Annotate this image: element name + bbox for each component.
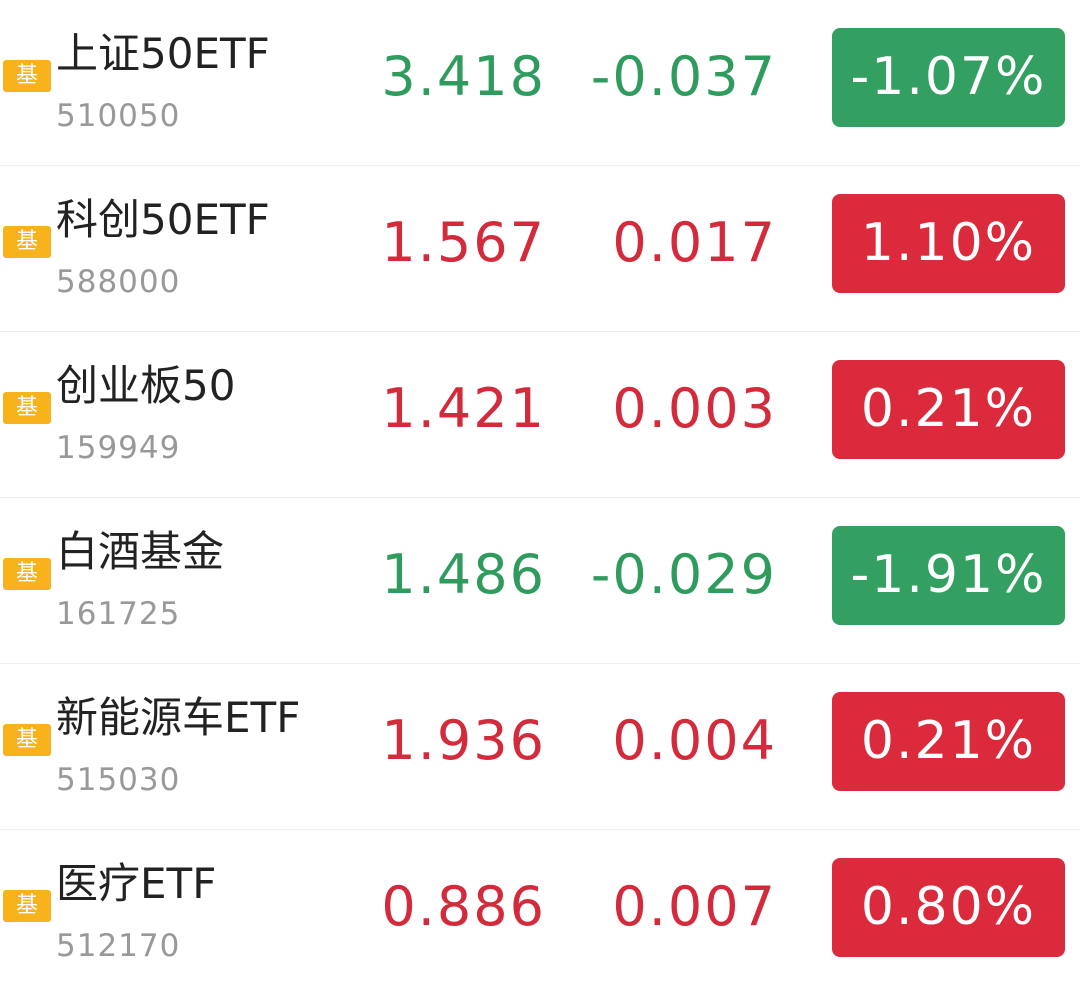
fund-row-588000[interactable]: 基 科创50ETF 588000 1.567 0.017 1.10% bbox=[0, 166, 1080, 332]
fund-watchlist: 基 上证50ETF 510050 3.418 -0.037 -1.07% 基 科… bbox=[0, 0, 1080, 986]
fund-badge: 基 bbox=[3, 60, 51, 92]
fund-badge: 基 bbox=[3, 226, 51, 258]
fund-pct-change-button[interactable]: 0.21% bbox=[832, 692, 1065, 791]
fund-name: 科创50ETF bbox=[56, 195, 270, 244]
fund-code: 510050 bbox=[56, 98, 181, 134]
fund-name: 上证50ETF bbox=[56, 29, 270, 78]
fund-name: 创业板50 bbox=[56, 361, 236, 410]
fund-price: 1.486 bbox=[381, 543, 546, 606]
fund-badge: 基 bbox=[3, 558, 51, 590]
fund-code: 159949 bbox=[56, 430, 181, 466]
fund-pct-change-button[interactable]: 1.10% bbox=[832, 194, 1065, 293]
fund-change: 0.003 bbox=[612, 377, 777, 440]
fund-price: 1.936 bbox=[381, 709, 546, 772]
fund-price: 0.886 bbox=[381, 875, 546, 938]
fund-row-515030[interactable]: 基 新能源车ETF 515030 1.936 0.004 0.21% bbox=[0, 664, 1080, 830]
fund-change: 0.007 bbox=[612, 875, 777, 938]
fund-code: 588000 bbox=[56, 264, 181, 300]
fund-change: -0.029 bbox=[590, 543, 777, 606]
fund-row-159949[interactable]: 基 创业板50 159949 1.421 0.003 0.21% bbox=[0, 332, 1080, 498]
fund-price: 1.567 bbox=[381, 211, 546, 274]
fund-pct-change-button[interactable]: -1.91% bbox=[832, 526, 1065, 625]
fund-name: 白酒基金 bbox=[56, 527, 225, 576]
fund-change: -0.037 bbox=[590, 45, 777, 108]
fund-badge: 基 bbox=[3, 890, 51, 922]
fund-row-510050[interactable]: 基 上证50ETF 510050 3.418 -0.037 -1.07% bbox=[0, 0, 1080, 166]
fund-badge: 基 bbox=[3, 392, 51, 424]
fund-pct-change-button[interactable]: -1.07% bbox=[832, 28, 1065, 127]
fund-row-512170[interactable]: 基 医疗ETF 512170 0.886 0.007 0.80% bbox=[0, 830, 1080, 996]
fund-change: 0.017 bbox=[612, 211, 777, 274]
fund-row-161725[interactable]: 基 白酒基金 161725 1.486 -0.029 -1.91% bbox=[0, 498, 1080, 664]
fund-price: 3.418 bbox=[381, 45, 546, 108]
fund-code: 515030 bbox=[56, 762, 181, 798]
fund-change: 0.004 bbox=[612, 709, 777, 772]
fund-pct-change-button[interactable]: 0.21% bbox=[832, 360, 1065, 459]
fund-name: 医疗ETF bbox=[56, 859, 217, 908]
fund-pct-change-button[interactable]: 0.80% bbox=[832, 858, 1065, 957]
fund-badge: 基 bbox=[3, 724, 51, 756]
fund-price: 1.421 bbox=[381, 377, 546, 440]
fund-code: 161725 bbox=[56, 596, 181, 632]
fund-code: 512170 bbox=[56, 928, 181, 964]
fund-name: 新能源车ETF bbox=[56, 693, 301, 742]
